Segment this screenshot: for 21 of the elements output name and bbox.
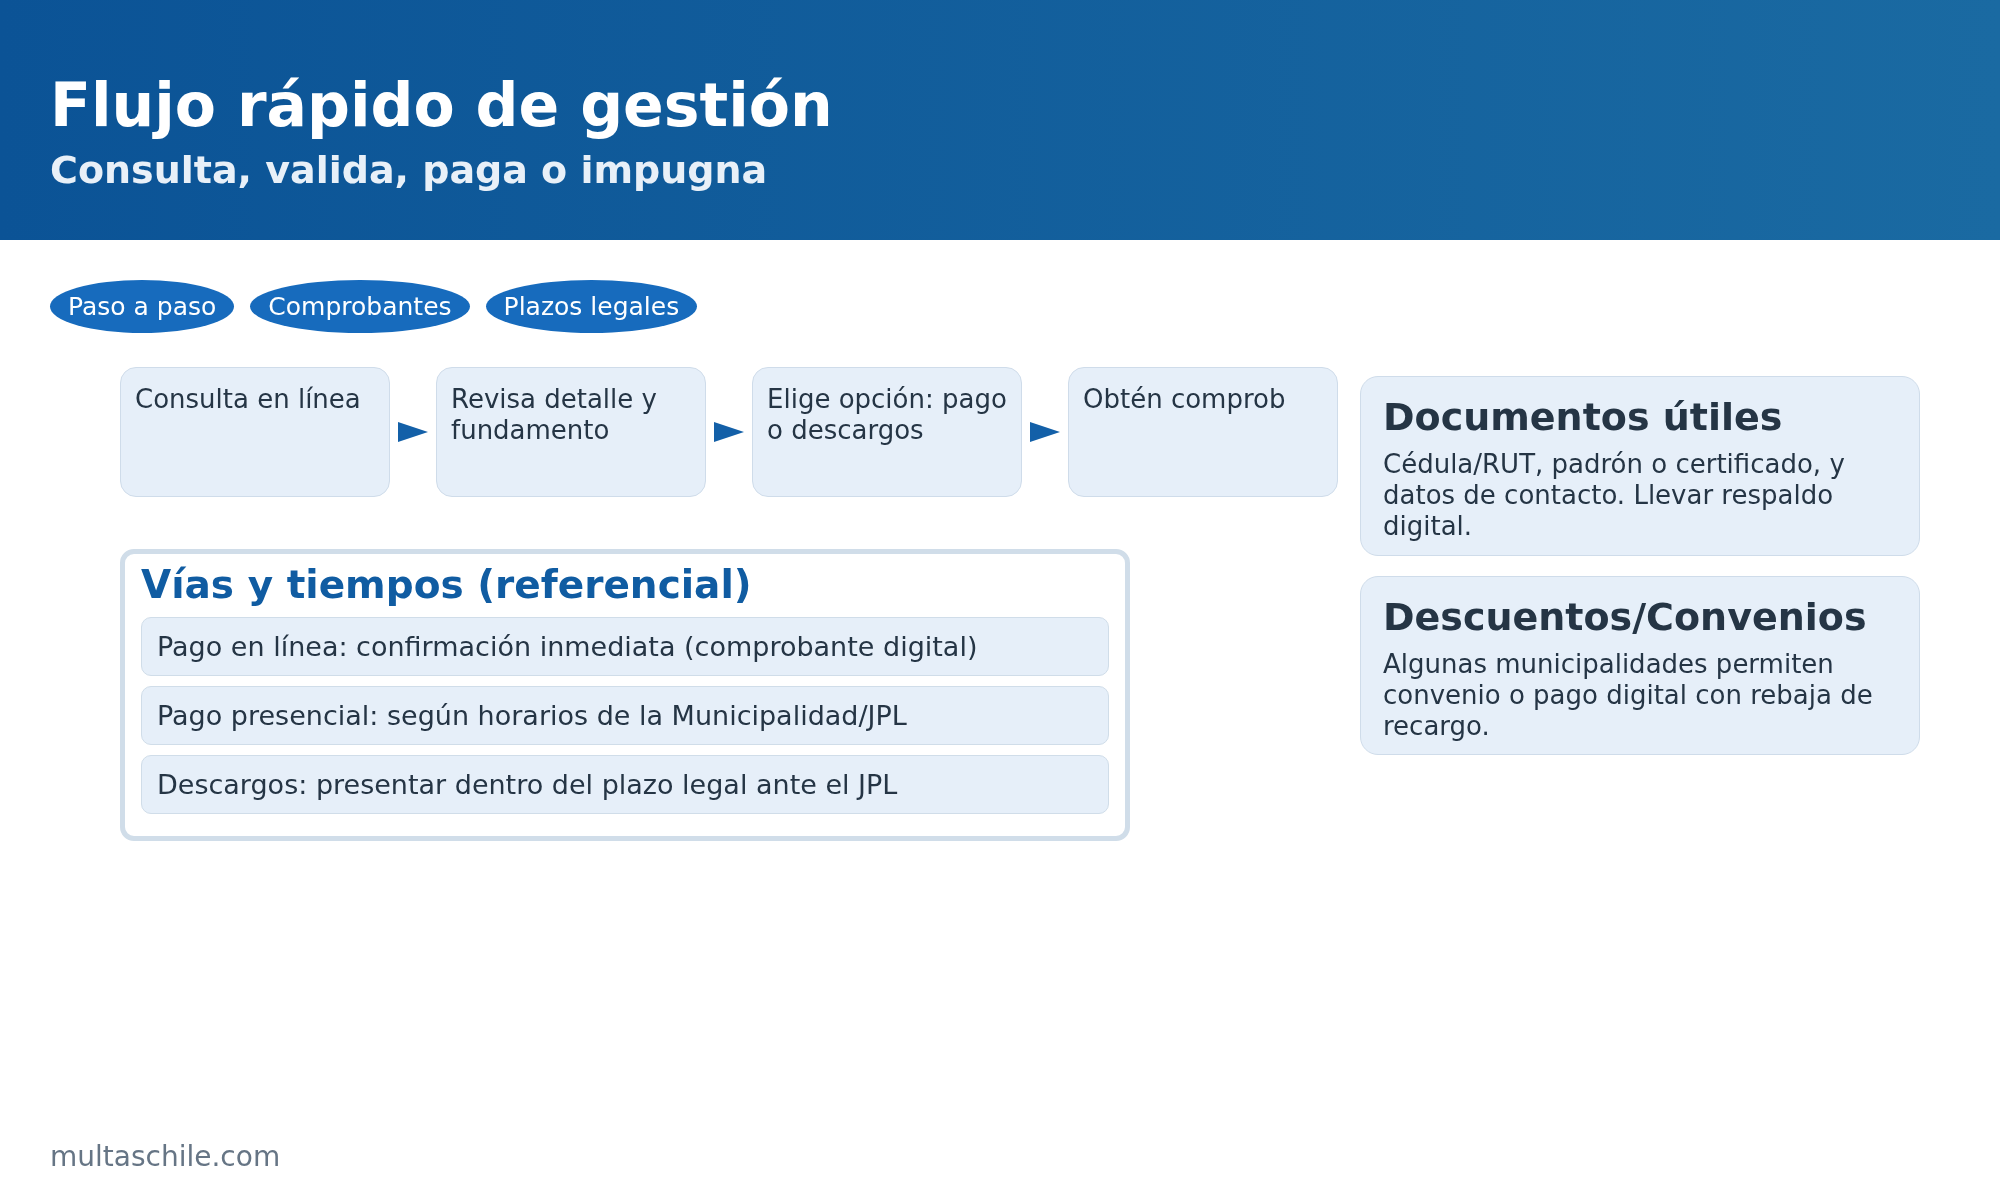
arrow-icon (714, 422, 744, 442)
step-card: Elige opción: pago o descargos (752, 367, 1022, 497)
step-card: Revisa detalle y fundamento (436, 367, 706, 497)
footer-site-name: multaschile.com (50, 1140, 281, 1173)
card-text: Cédula/RUT, padrón o certificado, y datos de contacto. Llevar respaldo digital. (1383, 449, 1846, 543)
arrow-icon (1030, 422, 1060, 442)
page-title: Flujo rápido de gestión (50, 72, 834, 138)
tag-pill: Plazos legales (485, 280, 698, 333)
step-card: Consulta en línea (120, 367, 390, 497)
step-card: Obtén comprob (1068, 367, 1338, 497)
timing-item: Descargos: presentar dentro del plazo legal ante el JPL (141, 755, 1109, 814)
page-subtitle: Consulta, valida, paga o impugna (50, 148, 769, 192)
timing-item: Pago presencial: según horarios de la Municipalidad/JPL (141, 686, 1109, 745)
timing-item: Pago en línea: confirmación inmediata (comprobante digital) (141, 617, 1109, 676)
card-title: Descuentos/Convenios (1383, 594, 1868, 639)
panel-title: Vías y tiempos (referencial) (141, 562, 753, 607)
card-title: Documentos útiles (1383, 395, 1784, 439)
tag-pill: Comprobantes (250, 280, 470, 333)
tag-pill: Paso a paso (50, 280, 235, 333)
card-text: Algunas municipalidades permiten convenio o pago digital con rebaja de recargo. (1383, 648, 1874, 743)
arrow-icon (398, 422, 428, 442)
